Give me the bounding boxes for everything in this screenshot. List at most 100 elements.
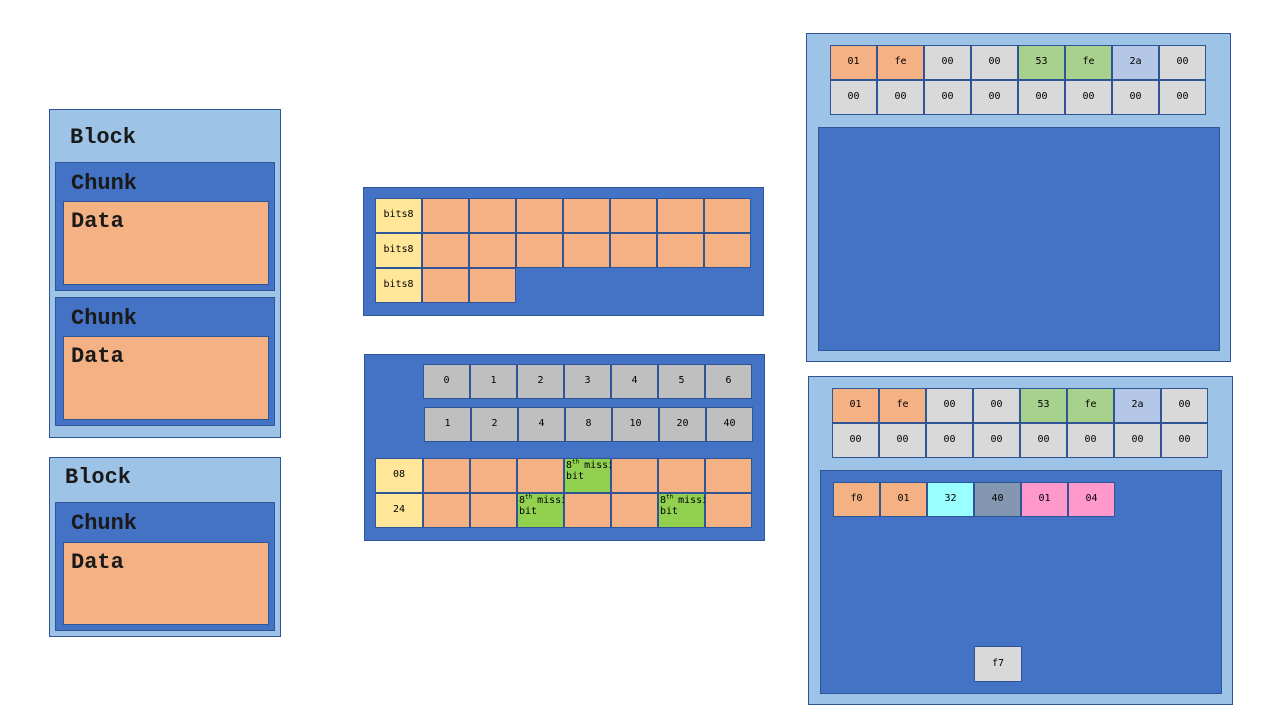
hex-byte: 00 bbox=[971, 80, 1018, 115]
hex-byte: 00 bbox=[1161, 388, 1208, 423]
hex-byte: 00 bbox=[830, 80, 877, 115]
bits8-cell bbox=[657, 198, 704, 233]
hex-byte: 00 bbox=[1018, 80, 1065, 115]
hex-byte: 01 bbox=[830, 45, 877, 80]
chunk-title: Chunk bbox=[71, 511, 138, 536]
hex-bottom-content-area: f0 01 32 40 01 04 f7 bbox=[820, 470, 1222, 694]
bits8-cell bbox=[469, 233, 516, 268]
missing-bit-cell: 8th bit missing bbox=[517, 493, 579, 528]
bit-value-cell: 20 bbox=[659, 407, 706, 442]
byte-label: 24 bbox=[375, 493, 423, 528]
bit-cell bbox=[517, 458, 564, 493]
hex-byte: 00 bbox=[879, 423, 926, 458]
block-2-chunk-1: Chunk Data bbox=[55, 502, 275, 631]
hex-byte: 00 bbox=[1161, 423, 1208, 458]
data-label: Data bbox=[71, 344, 124, 369]
data-label: Data bbox=[71, 550, 124, 575]
bit-value-cell: 40 bbox=[706, 407, 753, 442]
hex-bottom-panel: f0 01 32 40 01 04 f7 01 fe 00 00 53 fe 2a 00 00 00 00 00 0… bbox=[808, 376, 1233, 705]
bits8-cell bbox=[610, 198, 657, 233]
bit-value-cell: 4 bbox=[518, 407, 565, 442]
sysex-end-byte: f7 bbox=[974, 646, 1022, 682]
hex-byte: 00 bbox=[877, 80, 924, 115]
bit-cell bbox=[705, 493, 752, 528]
bit-cell bbox=[611, 493, 658, 528]
bits8-cell bbox=[422, 233, 469, 268]
block-2-title: Block bbox=[65, 465, 132, 490]
bit-value-cell: 8 bbox=[565, 407, 612, 442]
bit-index-cell: 4 bbox=[611, 364, 658, 399]
bits8-cell bbox=[422, 268, 469, 303]
bit-index-cell: 5 bbox=[658, 364, 705, 399]
hex-byte: 00 bbox=[1159, 80, 1206, 115]
hex-top-panel: 01 fe 00 00 53 fe 2a 00 00 00 00 00 00 00 00 00 bbox=[806, 33, 1231, 362]
bit-cell bbox=[470, 458, 517, 493]
missing-bit-cell: 8th bit missing bbox=[658, 493, 720, 528]
data-label: Data bbox=[71, 209, 124, 234]
bit-cell bbox=[564, 493, 611, 528]
block-1: Block Chunk Data Chunk Data bbox=[49, 109, 281, 438]
bit-value-cell: 2 bbox=[471, 407, 518, 442]
missing-bit-cell: 8th bit missing bbox=[564, 458, 626, 493]
bit-index-cell: 0 bbox=[423, 364, 470, 399]
bits8-cell bbox=[469, 268, 516, 303]
bits8-label: bits8 bbox=[375, 233, 422, 268]
hex-byte: 00 bbox=[926, 423, 973, 458]
bit-cell bbox=[705, 458, 752, 493]
block-1-chunk-1: Chunk Data bbox=[55, 162, 275, 291]
hex-byte: 00 bbox=[973, 388, 1020, 423]
bits8-cell bbox=[657, 233, 704, 268]
hex-byte: 2a bbox=[1114, 388, 1161, 423]
missing-bit-text: 8th bit bbox=[519, 493, 538, 517]
bits8-cell bbox=[469, 198, 516, 233]
hex-byte: 00 bbox=[971, 45, 1018, 80]
sysex-byte: 01 bbox=[880, 482, 927, 517]
hex-byte: 00 bbox=[1114, 423, 1161, 458]
bit-index-cell: 3 bbox=[564, 364, 611, 399]
bits8-cell bbox=[610, 233, 657, 268]
bits8-cell bbox=[704, 198, 751, 233]
chunk-data: Data bbox=[63, 336, 269, 420]
hex-byte: 00 bbox=[924, 80, 971, 115]
bit-value-cell: 1 bbox=[424, 407, 471, 442]
hex-byte: 00 bbox=[926, 388, 973, 423]
sysex-byte: 40 bbox=[974, 482, 1021, 517]
bit-index-cell: 6 bbox=[705, 364, 752, 399]
bit-cell bbox=[423, 493, 470, 528]
hex-byte: fe bbox=[877, 45, 924, 80]
hex-byte: 00 bbox=[1159, 45, 1206, 80]
bits8-label: bits8 bbox=[375, 268, 422, 303]
chunk-title: Chunk bbox=[71, 306, 138, 331]
bit-index-cell: 1 bbox=[470, 364, 517, 399]
hex-byte: 00 bbox=[924, 45, 971, 80]
hex-top-content-area bbox=[818, 127, 1220, 351]
bit-value-cell: 10 bbox=[612, 407, 659, 442]
bit-table-panel: 0 1 2 3 4 5 6 1 2 4 8 10 20 40 08 8th bit missing 24 8th b… bbox=[364, 354, 765, 541]
hex-byte: 2a bbox=[1112, 45, 1159, 80]
hex-byte: 00 bbox=[1065, 80, 1112, 115]
hex-byte: 00 bbox=[973, 423, 1020, 458]
sysex-byte: f0 bbox=[833, 482, 880, 517]
bit-cell bbox=[423, 458, 470, 493]
bits8-label: bits8 bbox=[375, 198, 422, 233]
bit-cell bbox=[658, 458, 705, 493]
bit-cell bbox=[611, 458, 658, 493]
sysex-byte: 04 bbox=[1068, 482, 1115, 517]
hex-byte: 01 bbox=[832, 388, 879, 423]
bits8-cell bbox=[516, 198, 563, 233]
bits8-cell bbox=[516, 233, 563, 268]
bit-cell bbox=[470, 493, 517, 528]
bit-index-cell: 2 bbox=[517, 364, 564, 399]
hex-byte: fe bbox=[1067, 388, 1114, 423]
hex-byte: 53 bbox=[1020, 388, 1067, 423]
bits8-cell bbox=[422, 198, 469, 233]
sysex-byte: 32 bbox=[927, 482, 974, 517]
chunk-title: Chunk bbox=[71, 171, 138, 196]
chunk-data: Data bbox=[63, 201, 269, 285]
chunk-data: Data bbox=[63, 542, 269, 625]
hex-byte: fe bbox=[879, 388, 926, 423]
hex-byte: fe bbox=[1065, 45, 1112, 80]
bits8-cell bbox=[563, 198, 610, 233]
block-1-title: Block bbox=[70, 125, 137, 150]
bits8-cell bbox=[563, 233, 610, 268]
